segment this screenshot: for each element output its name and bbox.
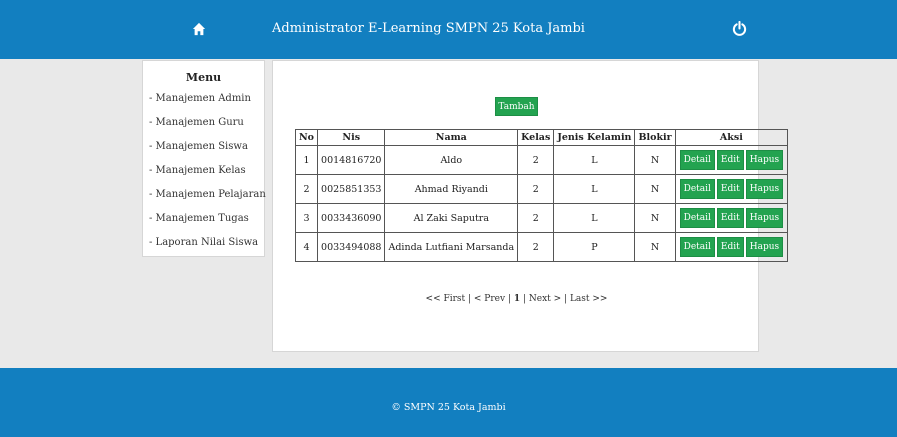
cell-kelas: 2 bbox=[517, 203, 555, 233]
cell-jenis-kelamin: L bbox=[553, 174, 636, 204]
delete-button[interactable]: Hapus bbox=[745, 208, 784, 228]
table-row: 4 0033494088 Adinda Lutfiani Marsanda 2 … bbox=[294, 232, 789, 262]
column-header-nis: Nis bbox=[317, 129, 386, 146]
edit-button[interactable]: Edit bbox=[716, 208, 744, 228]
cell-aksi: Detail Edit Hapus bbox=[674, 174, 789, 204]
menu-item-manajemen-pelajaran[interactable]: - Manajemen Pelajaran bbox=[143, 186, 266, 210]
delete-button[interactable]: Hapus bbox=[745, 179, 784, 199]
pagination: << First | < Prev | 1 | Next > | Last >> bbox=[273, 294, 760, 304]
menu-item-manajemen-tugas[interactable]: - Manajemen Tugas bbox=[143, 210, 264, 234]
column-header-kelas: Kelas bbox=[517, 129, 555, 146]
cell-nis: 0033494088 bbox=[317, 232, 386, 262]
cell-blokir: N bbox=[634, 174, 676, 204]
column-header-no: No bbox=[294, 129, 319, 146]
menu-item-manajemen-kelas[interactable]: - Manajemen Kelas bbox=[143, 162, 264, 186]
edit-button[interactable]: Edit bbox=[716, 179, 744, 199]
delete-button[interactable]: Hapus bbox=[745, 237, 784, 257]
app-title: Administrator E-Learning SMPN 25 Kota Ja… bbox=[272, 21, 585, 36]
delete-button[interactable]: Hapus bbox=[745, 150, 784, 170]
pagination-last-link[interactable]: Last >> bbox=[570, 294, 608, 304]
column-header-nama: Nama bbox=[384, 129, 519, 146]
menu-title: Menu bbox=[185, 71, 222, 84]
cell-jenis-kelamin: L bbox=[553, 203, 636, 233]
table-row: 3 0033436090 Al Zaki Saputra 2 L N Detai… bbox=[294, 203, 789, 233]
menu-item-manajemen-admin[interactable]: - Manajemen Admin bbox=[143, 90, 264, 114]
student-table: No Nis Nama Kelas Jenis Kelamin Blokir A… bbox=[294, 129, 789, 262]
cell-no: 2 bbox=[294, 174, 319, 204]
column-header-jenis-kelamin: Jenis Kelamin bbox=[553, 129, 636, 146]
pagination-next-link[interactable]: Next > bbox=[529, 294, 561, 304]
cell-blokir: N bbox=[634, 145, 676, 175]
menu-item-manajemen-guru[interactable]: - Manajemen Guru bbox=[143, 114, 264, 138]
cell-no: 4 bbox=[294, 232, 319, 262]
table-row: 2 0025851353 Ahmad Riyandi 2 L N Detail E… bbox=[294, 174, 789, 204]
home-icon[interactable] bbox=[192, 22, 206, 36]
cell-no: 3 bbox=[294, 203, 319, 233]
pagination-separator: | bbox=[561, 294, 570, 304]
cell-blokir: N bbox=[634, 203, 676, 233]
cell-aksi: Detail Edit Hapus bbox=[674, 203, 789, 233]
cell-nama: Adinda Lutfiani Marsanda bbox=[384, 232, 519, 262]
cell-no: 1 bbox=[294, 145, 319, 175]
add-student-button[interactable]: Tambah bbox=[495, 97, 538, 116]
cell-kelas: 2 bbox=[517, 174, 555, 204]
pagination-first-link[interactable]: << First bbox=[426, 294, 466, 304]
cell-nis: 0014816720 bbox=[317, 145, 386, 175]
pagination-prev-link[interactable]: < Prev bbox=[474, 294, 505, 304]
edit-button[interactable]: Edit bbox=[716, 150, 744, 170]
menu-item-laporan-nilai-siswa[interactable]: - Laporan Nilai Siswa bbox=[143, 234, 264, 258]
top-navbar: Administrator E-Learning SMPN 25 Kota Ja… bbox=[0, 0, 897, 59]
cell-kelas: 2 bbox=[517, 232, 555, 262]
detail-button[interactable]: Detail bbox=[679, 208, 715, 228]
pagination-separator: | bbox=[465, 294, 474, 304]
table-row: 1 0014816720 Aldo 2 L N Detail Edit Hapus bbox=[294, 145, 789, 175]
column-header-blokir: Blokir bbox=[634, 129, 676, 146]
cell-aksi: Detail Edit Hapus bbox=[674, 232, 789, 262]
pagination-separator: | bbox=[520, 294, 529, 304]
cell-jenis-kelamin: P bbox=[553, 232, 636, 262]
main-content: Tambah No Nis Nama Kelas Jenis Kelamin B… bbox=[272, 60, 789, 352]
table-header-row: No Nis Nama Kelas Jenis Kelamin Blokir A… bbox=[294, 129, 789, 146]
cell-kelas: 2 bbox=[517, 145, 555, 175]
column-header-aksi: Aksi bbox=[674, 129, 789, 146]
cell-nis: 0033436090 bbox=[317, 203, 386, 233]
cell-nis: 0025851353 bbox=[317, 174, 386, 204]
cell-nama: Aldo bbox=[384, 145, 519, 175]
cell-jenis-kelamin: L bbox=[553, 145, 636, 175]
footer: © SMPN 25 Kota Jambi bbox=[0, 368, 897, 437]
cell-blokir: N bbox=[634, 232, 676, 262]
power-icon[interactable] bbox=[732, 21, 747, 36]
edit-button[interactable]: Edit bbox=[716, 237, 744, 257]
cell-nama: Al Zaki Saputra bbox=[384, 203, 519, 233]
sidebar-menu: Menu - Manajemen Admin - Manajemen Guru … bbox=[142, 60, 266, 258]
detail-button[interactable]: Detail bbox=[679, 150, 715, 170]
cell-nama: Ahmad Riyandi bbox=[384, 174, 519, 204]
copyright-text: © SMPN 25 Kota Jambi bbox=[391, 402, 506, 413]
menu-item-manajemen-siswa[interactable]: - Manajemen Siswa bbox=[143, 138, 264, 162]
detail-button[interactable]: Detail bbox=[679, 237, 715, 257]
detail-button[interactable]: Detail bbox=[679, 179, 715, 199]
cell-aksi: Detail Edit Hapus bbox=[674, 145, 789, 175]
pagination-separator: | bbox=[505, 294, 514, 304]
